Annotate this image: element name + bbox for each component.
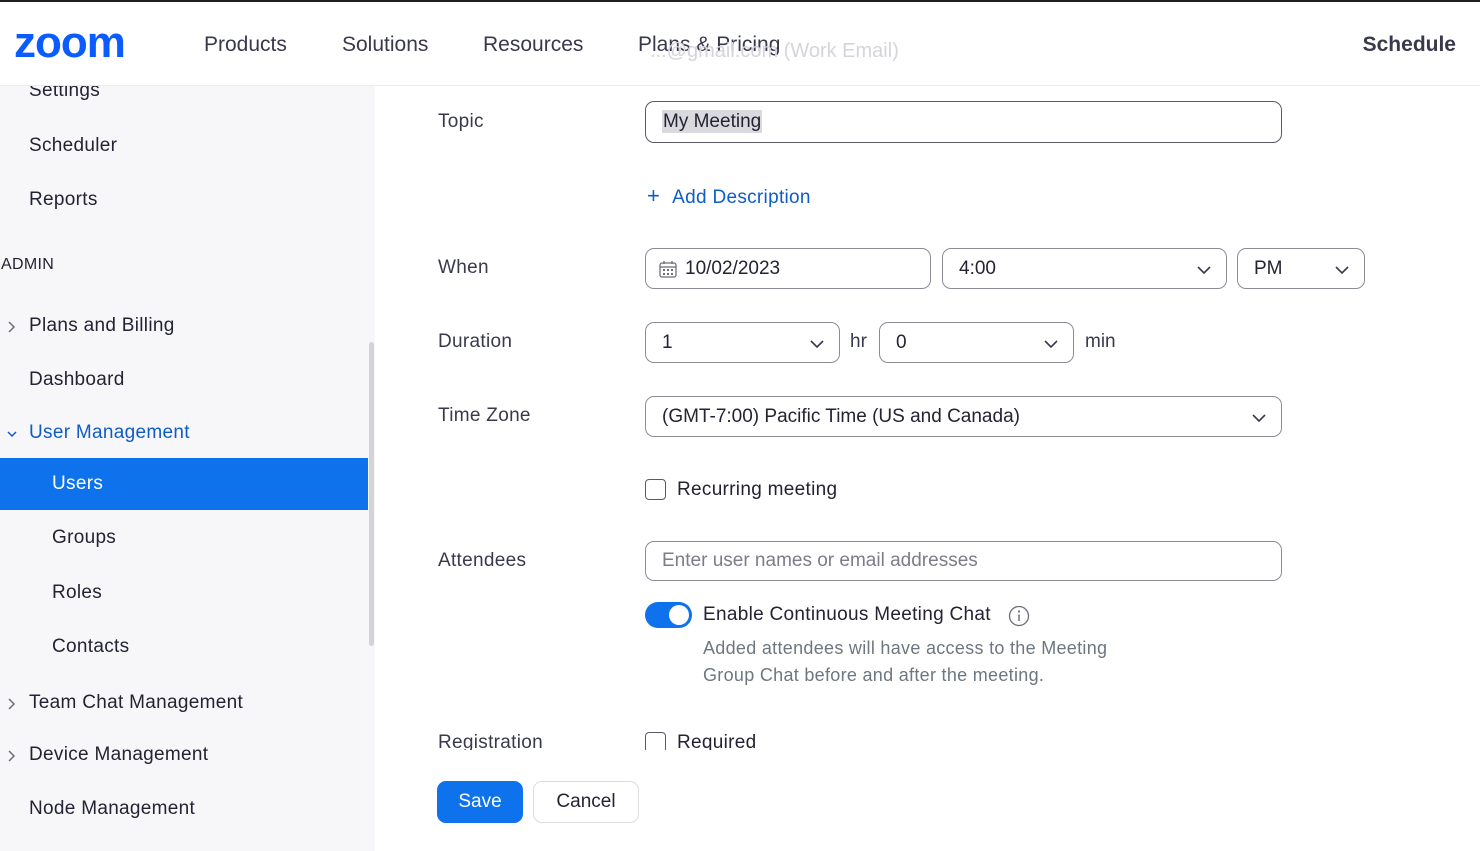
top-navigation-bar: zoom Products Solutions Resources Plans … — [0, 0, 1480, 86]
nav-products[interactable]: Products — [204, 33, 287, 57]
sidebar-item-groups[interactable]: Groups — [0, 524, 368, 554]
sidebar-item-team-chat-management[interactable]: Team Chat Management — [0, 689, 368, 719]
sidebar-item-label: Reports — [29, 189, 98, 210]
duration-minutes-value: 0 — [896, 331, 907, 353]
continuous-chat-label: Enable Continuous Meeting Chat — [703, 604, 991, 625]
time-value: 4:00 — [959, 257, 996, 279]
sidebar-item-contacts[interactable]: Contacts — [0, 633, 368, 663]
sidebar-item-label: Plans and Billing — [29, 315, 175, 336]
sidebar-item-label: Groups — [52, 527, 117, 548]
sidebar-item-user-management[interactable]: User Management — [0, 419, 368, 449]
info-icon[interactable] — [1008, 605, 1030, 627]
duration-minutes-select[interactable]: 0 — [879, 322, 1074, 363]
duration-hours-value: 1 — [662, 331, 673, 353]
chevron-down-icon — [1335, 265, 1349, 274]
duration-label: Duration — [438, 331, 513, 352]
chevron-down-icon — [1044, 339, 1058, 348]
chevron-right-icon — [8, 321, 16, 333]
attendees-placeholder: Enter user names or email addresses — [662, 550, 978, 571]
ampm-select[interactable]: PM — [1237, 248, 1365, 289]
timezone-value: (GMT-7:00) Pacific Time (US and Canada) — [662, 405, 1020, 427]
sidebar-section-admin: ADMIN — [1, 256, 55, 273]
sidebar-item-label: Device Management — [29, 744, 209, 765]
sidebar-item-label: Contacts — [52, 636, 130, 657]
chevron-down-icon — [7, 431, 17, 438]
duration-hours-select[interactable]: 1 — [645, 322, 840, 363]
sidebar-item-label: User Management — [29, 422, 190, 443]
min-unit-label: min — [1085, 331, 1116, 352]
sidebar-item-scheduler[interactable]: Scheduler — [0, 132, 368, 162]
toggle-knob — [669, 605, 689, 625]
sidebar-item-label: Scheduler — [29, 135, 118, 156]
time-select[interactable]: 4:00 — [942, 248, 1227, 289]
timezone-select[interactable]: (GMT-7:00) Pacific Time (US and Canada) — [645, 396, 1282, 437]
sidebar-item-label: Dashboard — [29, 369, 125, 390]
hr-unit-label: hr — [850, 331, 867, 352]
zoom-logo[interactable]: zoom — [14, 24, 160, 64]
recurring-checkbox[interactable] — [645, 479, 666, 500]
nav-resources[interactable]: Resources — [483, 33, 583, 57]
add-description-link[interactable]: + Add Description — [647, 183, 811, 209]
attendees-label: Attendees — [438, 550, 527, 571]
plus-icon: + — [647, 183, 661, 208]
ghost-email-text: ...@gmail.com (Work Email) — [650, 40, 899, 62]
chevron-right-icon — [8, 750, 16, 762]
sidebar-item-label: Node Management — [29, 798, 196, 819]
calendar-icon — [659, 260, 677, 278]
date-value: 10/02/2023 — [685, 257, 781, 279]
zoom-logo-text: zoom — [14, 24, 125, 64]
date-picker[interactable]: 10/02/2023 — [645, 248, 931, 289]
continuous-chat-toggle[interactable] — [645, 602, 692, 628]
chevron-down-icon — [1197, 265, 1211, 274]
sidebar-scrollbar[interactable] — [369, 342, 374, 646]
add-description-label: Add Description — [672, 187, 811, 208]
sidebar-item-plans-billing[interactable]: Plans and Billing — [0, 312, 368, 342]
topic-value: My Meeting — [662, 110, 763, 133]
continuous-chat-help-line1: Added attendees will have access to the … — [703, 638, 1108, 658]
ampm-value: PM — [1254, 257, 1283, 279]
cancel-button[interactable]: Cancel — [533, 781, 639, 823]
recurring-label: Recurring meeting — [677, 479, 838, 500]
attendees-input[interactable]: Enter user names or email addresses — [645, 541, 1282, 581]
chevron-down-icon — [1252, 413, 1266, 422]
timezone-label: Time Zone — [438, 405, 531, 426]
sidebar-item-label: Roles — [52, 582, 103, 603]
when-label: When — [438, 257, 489, 278]
sidebar-item-dashboard[interactable]: Dashboard — [0, 366, 368, 396]
topic-selected-text: My Meeting — [662, 110, 763, 133]
sidebar-item-device-management[interactable]: Device Management — [0, 741, 368, 771]
sidebar-item-roles[interactable]: Roles — [0, 579, 368, 609]
sidebar-item-label: Users — [52, 473, 104, 494]
continuous-chat-help-line2: Group Chat before and after the meeting. — [703, 665, 1045, 685]
chevron-right-icon — [8, 698, 16, 710]
topic-input[interactable]: My Meeting — [645, 101, 1282, 143]
sidebar-item-label: Team Chat Management — [29, 692, 244, 713]
sidebar-item-node-management[interactable]: Node Management — [0, 795, 368, 825]
topic-label: Topic — [438, 111, 484, 132]
save-button[interactable]: Save — [437, 781, 523, 823]
sidebar-item-users[interactable]: Users — [0, 458, 368, 510]
sidebar-item-reports[interactable]: Reports — [0, 186, 368, 216]
nav-solutions[interactable]: Solutions — [342, 33, 428, 57]
chevron-down-icon — [810, 339, 824, 348]
schedule-link[interactable]: Schedule — [1363, 33, 1456, 57]
sidebar: Settings Scheduler Reports ADMIN Plans a… — [0, 80, 375, 851]
